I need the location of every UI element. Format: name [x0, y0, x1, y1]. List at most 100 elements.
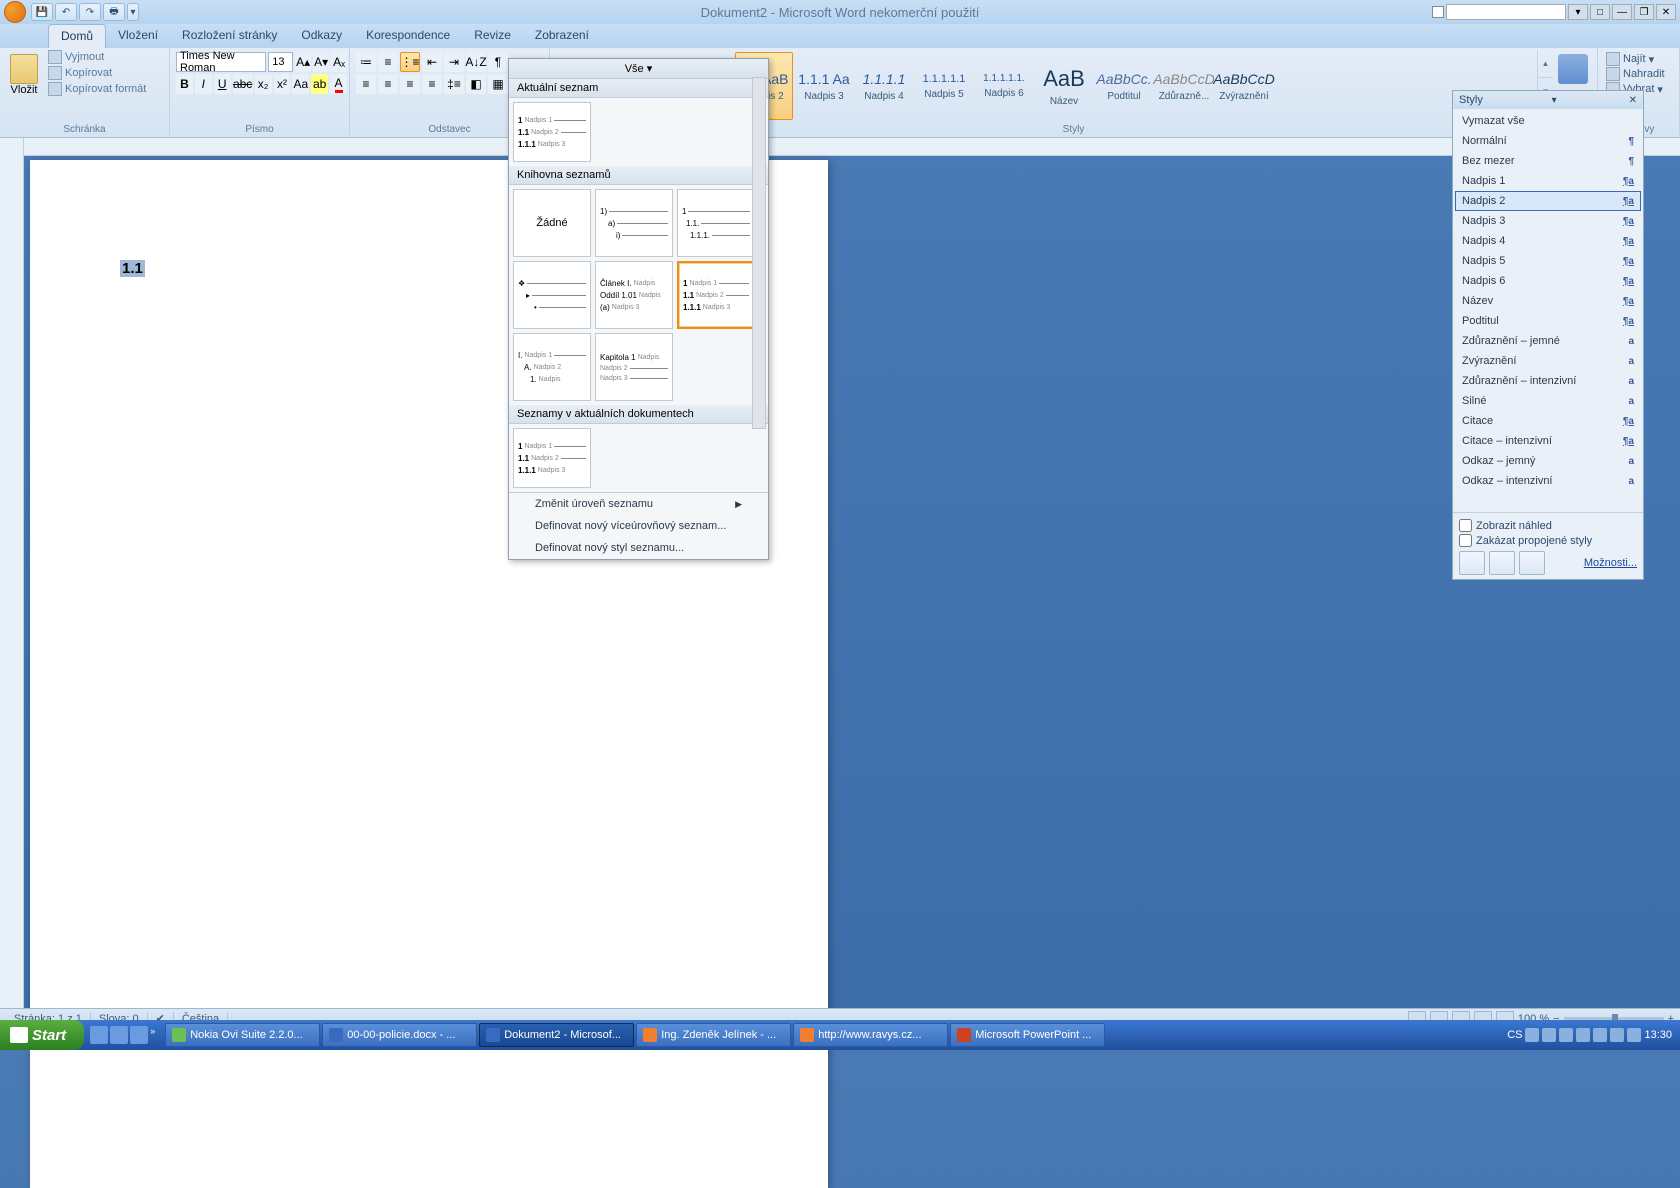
copy-button[interactable]: Kopírovat	[48, 66, 146, 80]
style-item[interactable]: 1.1.1.1.1.Nadpis 6	[975, 52, 1033, 120]
ml-tile[interactable]: 1 Nadpis 1 1.1 Nadpis 2 1.1.1 Nadpis 3	[513, 428, 591, 488]
align-left-button[interactable]: ≡	[356, 74, 376, 94]
ql-more[interactable]: »	[150, 1026, 155, 1044]
style-row[interactable]: Bez mezer¶	[1455, 151, 1641, 171]
qat-redo[interactable]: ↷	[79, 3, 101, 21]
vertical-ruler[interactable]	[0, 138, 24, 1023]
styles-list[interactable]: Vymazat vše Normální¶ Bez mezer¶ Nadpis …	[1453, 109, 1643, 512]
style-row[interactable]: Citace¶a	[1455, 411, 1641, 431]
help-icon[interactable]	[1432, 6, 1444, 18]
tab-insert[interactable]: Vložení	[106, 24, 170, 48]
style-item[interactable]: 1.1.1.1.1Nadpis 5	[915, 52, 973, 120]
shading-button[interactable]: ◧	[466, 74, 486, 94]
close-button[interactable]: ✕	[1656, 4, 1676, 20]
style-inspector-button[interactable]	[1489, 551, 1515, 575]
ml-change-level[interactable]: Změnit úroveň seznamu▶	[509, 493, 768, 515]
multilevel-button[interactable]: ⋮≡	[400, 52, 420, 72]
task-button[interactable]: http://www.ravys.cz...	[793, 1023, 948, 1047]
line-spacing-button[interactable]: ‡≡	[444, 74, 464, 94]
style-row-selected[interactable]: Nadpis 2¶a	[1455, 191, 1641, 211]
close-icon[interactable]: ✕	[1629, 95, 1637, 106]
italic-button[interactable]: I	[195, 74, 212, 94]
marks-button[interactable]: ¶	[488, 52, 508, 72]
tab-references[interactable]: Odkazy	[289, 24, 354, 48]
linked-checkbox[interactable]: Zakázat propojené styly	[1459, 534, 1637, 547]
preview-checkbox[interactable]: Zobrazit náhled	[1459, 519, 1637, 532]
ql-icon[interactable]	[110, 1026, 128, 1044]
ml-tile[interactable]: Kapitola 1 Nadpis Nadpis 2 Nadpis 3	[595, 333, 673, 401]
style-clear[interactable]: Vymazat vše	[1455, 111, 1641, 131]
font-color-button[interactable]: A	[330, 74, 347, 94]
ml-all-button[interactable]: Vše ▾	[509, 59, 768, 79]
task-button[interactable]: Microsoft PowerPoint ...	[950, 1023, 1105, 1047]
ml-tile[interactable]: 1 1.1. 1.1.1.	[677, 189, 755, 257]
bold-button[interactable]: B	[176, 74, 193, 94]
style-row[interactable]: Nadpis 5¶a	[1455, 251, 1641, 271]
borders-button[interactable]: ▦	[488, 74, 508, 94]
sort-button[interactable]: A↓Z	[466, 52, 486, 72]
tab-view[interactable]: Zobrazení	[523, 24, 601, 48]
subscript-button[interactable]: x₂	[255, 74, 272, 94]
tab-mailings[interactable]: Korespondence	[354, 24, 462, 48]
ql-icon[interactable]	[130, 1026, 148, 1044]
ml-define-list[interactable]: Definovat nový víceúrovňový seznam...	[509, 515, 768, 537]
checkbox[interactable]	[1459, 519, 1472, 532]
ml-tile-none[interactable]: Žádné	[513, 189, 591, 257]
office-button[interactable]	[4, 1, 26, 23]
ml-tile-selected[interactable]: 1 Nadpis 1 1.1 Nadpis 2 1.1.1 Nadpis 3	[677, 261, 755, 329]
pane-menu-icon[interactable]: ▾	[1552, 95, 1557, 106]
tab-review[interactable]: Revize	[462, 24, 523, 48]
change-case-button[interactable]: Aa	[292, 74, 309, 94]
task-button-active[interactable]: Dokument2 - Microsof...	[479, 1023, 634, 1047]
language-indicator[interactable]: CS	[1507, 1029, 1522, 1041]
strike-button[interactable]: abc	[233, 74, 253, 94]
task-button[interactable]: Ing. Zdeněk Jelínek - ...	[636, 1023, 791, 1047]
style-row[interactable]: Název¶a	[1455, 291, 1641, 311]
style-row[interactable]: Nadpis 6¶a	[1455, 271, 1641, 291]
ml-scrollbar[interactable]	[752, 77, 766, 429]
ml-tile[interactable]: 1 Nadpis 1 1.1 Nadpis 2 1.1.1 Nadpis 3	[513, 102, 591, 162]
clock[interactable]: 13:30	[1644, 1029, 1672, 1041]
style-row[interactable]: Zdůraznění – jemnéa	[1455, 331, 1641, 351]
tab-home[interactable]: Domů	[48, 24, 106, 48]
style-row[interactable]: Nadpis 1¶a	[1455, 171, 1641, 191]
tray-icon[interactable]	[1525, 1028, 1539, 1042]
clear-format-button[interactable]: Aₓ	[331, 52, 347, 72]
style-item[interactable]: AaBbCcDZdůrazně...	[1155, 52, 1213, 120]
style-row[interactable]: Nadpis 3¶a	[1455, 211, 1641, 231]
tray-icon[interactable]	[1542, 1028, 1556, 1042]
numbering-button[interactable]: ≡	[378, 52, 398, 72]
search-input[interactable]	[1446, 4, 1566, 20]
qat-print[interactable]: 🖶	[103, 3, 125, 21]
bullets-button[interactable]: ≔	[356, 52, 376, 72]
style-row[interactable]: Zvýrazněnía	[1455, 351, 1641, 371]
checkbox[interactable]	[1459, 534, 1472, 547]
style-row[interactable]: Podtitul¶a	[1455, 311, 1641, 331]
restore-icon[interactable]: ▾	[1568, 4, 1588, 20]
style-row[interactable]: Nadpis 4¶a	[1455, 231, 1641, 251]
tray-icon[interactable]	[1576, 1028, 1590, 1042]
style-row[interactable]: Zdůraznění – intenzivnía	[1455, 371, 1641, 391]
style-row[interactable]: Normální¶	[1455, 131, 1641, 151]
task-button[interactable]: 00-00-policie.docx - ...	[322, 1023, 477, 1047]
qat-undo[interactable]: ↶	[55, 3, 77, 21]
ml-define-style[interactable]: Definovat nový styl seznamu...	[509, 537, 768, 559]
style-item[interactable]: AaBNázev	[1035, 52, 1093, 120]
styles-up-button[interactable]: ▲	[1538, 50, 1553, 78]
grow-font-button[interactable]: A▴	[295, 52, 311, 72]
superscript-button[interactable]: x²	[274, 74, 291, 94]
ml-tile[interactable]: 1) a) i)	[595, 189, 673, 257]
style-row[interactable]: Citace – intenzivní¶a	[1455, 431, 1641, 451]
ml-tile[interactable]: ❖ ▸ •	[513, 261, 591, 329]
manage-styles-button[interactable]	[1519, 551, 1545, 575]
underline-button[interactable]: U	[214, 74, 231, 94]
dedent-button[interactable]: ⇤	[422, 52, 442, 72]
style-item[interactable]: 1.1.1 AaNadpis 3	[795, 52, 853, 120]
tab-layout[interactable]: Rozložení stránky	[170, 24, 289, 48]
minimize-button[interactable]: —	[1612, 4, 1632, 20]
task-button[interactable]: Nokia Ovi Suite 2.2.0...	[165, 1023, 320, 1047]
tray-icon[interactable]	[1610, 1028, 1624, 1042]
cut-button[interactable]: Vyjmout	[48, 50, 146, 64]
format-painter-button[interactable]: Kopírovat formát	[48, 82, 146, 96]
style-row[interactable]: Silnéa	[1455, 391, 1641, 411]
